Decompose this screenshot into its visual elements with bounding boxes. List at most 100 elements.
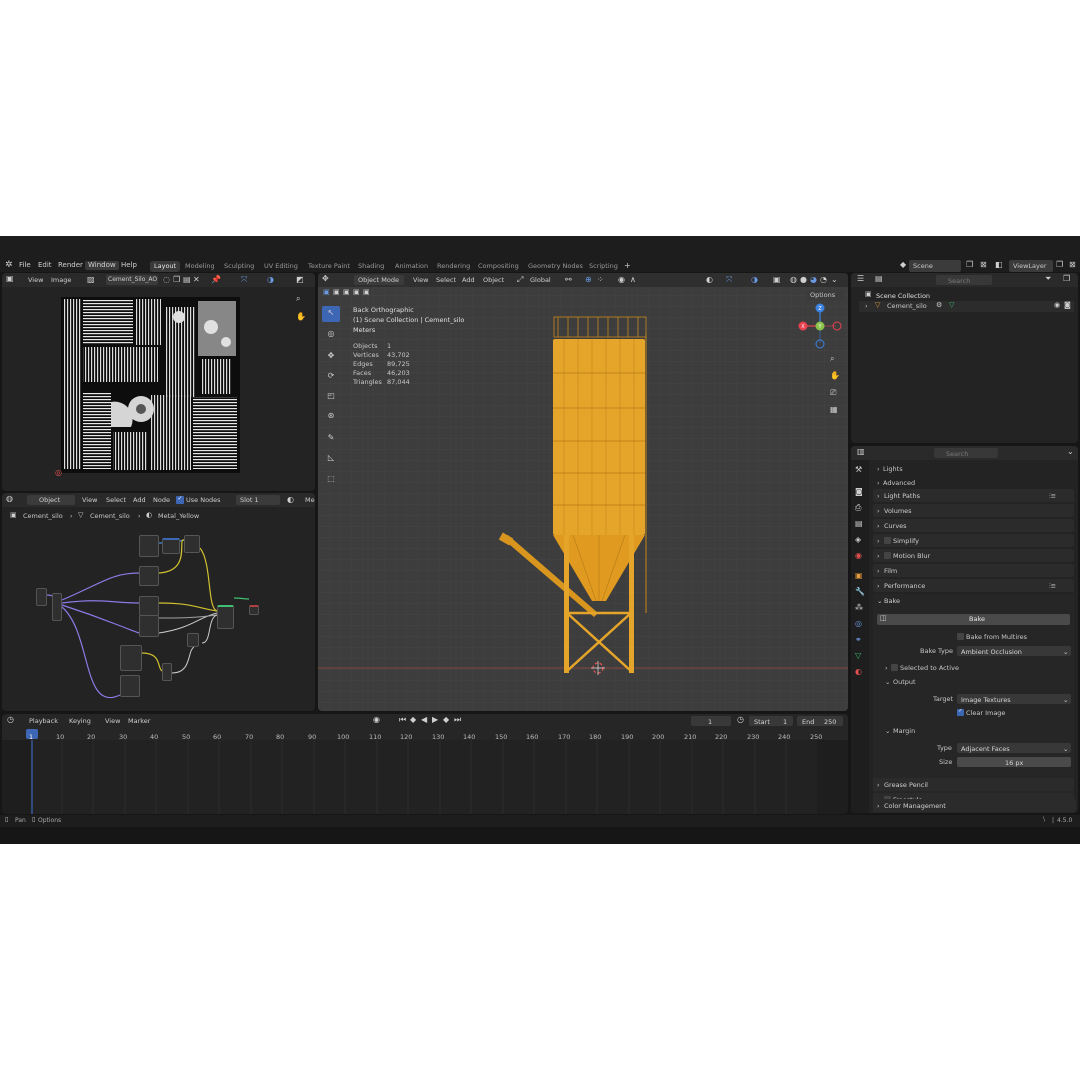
measure-icon[interactable]: ◺ — [322, 451, 340, 467]
node-editor-type-icon[interactable]: ◍ — [6, 495, 13, 503]
margin-type-dropdown[interactable]: Adjacent Faces ⌄ — [957, 743, 1071, 753]
clock-icon[interactable]: ◷ — [737, 716, 744, 724]
node[interactable] — [120, 645, 142, 671]
visibility-icon[interactable]: ◐ — [706, 276, 713, 284]
menu-edit[interactable]: Edit — [38, 262, 52, 269]
breadcrumb-material[interactable]: Metal_Yellow — [158, 513, 199, 520]
viewport-menu-add[interactable]: Add — [462, 277, 475, 284]
timeline-menu-view[interactable]: View — [105, 718, 120, 725]
navigation-gizmo[interactable]: Z X Y — [796, 303, 846, 353]
visibility-eye-icon[interactable]: ◉ — [1054, 302, 1060, 309]
viewport-editor-type-icon[interactable]: ✥ — [322, 275, 329, 283]
node[interactable] — [162, 663, 172, 681]
filter-icon[interactable]: ⏷ — [1045, 275, 1051, 283]
zoom-icon[interactable]: ⌕ — [296, 295, 300, 303]
constraints-tab-icon[interactable]: ⚭ — [855, 636, 862, 644]
bake-type-dropdown[interactable]: Ambient Occlusion ⌄ — [957, 646, 1071, 656]
panel-light-paths[interactable]: › Light Paths ⫶≡ — [873, 489, 1074, 502]
ortho-toggle-icon[interactable]: ▦ — [830, 406, 838, 414]
node[interactable] — [139, 596, 159, 616]
new-collection-icon[interactable]: ❐ — [1063, 275, 1070, 283]
tab-animation[interactable]: Animation — [391, 261, 432, 272]
panel-color-management[interactable]: › Color Management — [873, 799, 1076, 812]
unlink-image-icon[interactable]: ✕ — [193, 276, 200, 284]
rotate-icon[interactable]: ⟳ — [322, 369, 340, 385]
tab-uv-editing[interactable]: UV Editing — [260, 261, 302, 272]
timeline-menu-keying[interactable]: Keying — [69, 718, 91, 725]
editor-type-icon[interactable]: ▣ — [6, 275, 14, 283]
output-subpanel-label[interactable]: Output — [893, 679, 916, 686]
selected-to-active-label[interactable]: Selected to Active — [900, 665, 959, 672]
select-intersect-icon[interactable]: ▣ — [363, 289, 370, 296]
pivot-icon[interactable]: ⚯ — [565, 276, 572, 284]
scene-tab-icon[interactable]: ◈ — [855, 536, 861, 544]
start-frame-field[interactable]: Start 1 — [749, 716, 793, 726]
node-menu-view[interactable]: View — [82, 497, 97, 504]
selected-to-active-checkbox[interactable] — [891, 664, 898, 671]
breadcrumb-object[interactable]: Cement_silo — [23, 513, 63, 520]
breadcrumb-mesh[interactable]: Cement_silo — [90, 513, 130, 520]
viewport-menu-select[interactable]: Select — [436, 277, 456, 284]
cursor-icon[interactable]: ◎ — [322, 327, 340, 343]
shading-material-icon[interactable]: ◕ — [810, 276, 817, 284]
use-nodes-checkbox[interactable]: ✓ — [176, 496, 184, 504]
shading-rendered-icon[interactable]: ◔ — [820, 276, 827, 284]
select-new-icon[interactable]: ▣ — [323, 289, 330, 296]
chevron-down-icon[interactable]: ⌄ — [885, 728, 890, 735]
tab-shading[interactable]: Shading — [354, 261, 388, 272]
3d-viewport[interactable]: ✥ Object Mode View Select Add Object ⤢ G… — [318, 273, 848, 711]
delete-view-layer-icon[interactable]: ⊠ — [1069, 261, 1076, 269]
shading-wireframe-icon[interactable]: ◍ — [790, 276, 797, 284]
move-icon[interactable]: ✥ — [322, 349, 340, 365]
outliner-editor-type-icon[interactable]: ☰ — [857, 275, 864, 283]
annotate-icon[interactable]: ✎ — [322, 431, 340, 447]
node[interactable] — [187, 633, 199, 647]
overlay-icon[interactable]: ◩ — [296, 276, 304, 284]
node[interactable] — [139, 566, 159, 586]
pin-icon[interactable]: 📌 — [211, 276, 221, 284]
node[interactable] — [184, 535, 200, 553]
properties-options-icon[interactable]: ⌄ — [1067, 448, 1074, 456]
properties-editor-type-icon[interactable]: ▥ — [857, 448, 865, 456]
delete-scene-icon[interactable]: ⊠ — [980, 261, 987, 269]
outliner-search-field[interactable]: Search — [936, 275, 992, 285]
node-object-mode-dropdown[interactable]: Object — [27, 495, 75, 505]
node[interactable] — [52, 593, 62, 621]
gizmo-toggle-icon[interactable]: ⤧ — [726, 276, 732, 284]
transform-orientation-label[interactable]: Global — [530, 277, 551, 284]
play-reverse-icon[interactable]: ◀ — [421, 716, 427, 724]
node[interactable] — [162, 538, 180, 554]
new-image-icon[interactable]: ❐ — [173, 276, 180, 284]
motion-blur-checkbox[interactable] — [884, 552, 891, 559]
panel-simplify[interactable]: › Simplify — [873, 534, 1074, 547]
material-name-short[interactable]: Me — [305, 497, 315, 504]
render-tab-icon[interactable]: ◙ — [855, 488, 863, 496]
node[interactable] — [217, 605, 234, 629]
panel-grease-pencil[interactable]: › Grease Pencil — [873, 778, 1074, 791]
jump-end-icon[interactable]: ⏭ — [454, 716, 461, 724]
display-channels-icon[interactable]: ◑ — [267, 276, 274, 284]
properties-search-field[interactable]: Search — [934, 448, 998, 458]
falloff-icon[interactable]: ∧ — [630, 276, 636, 284]
scene-icon[interactable]: ◆ — [900, 261, 906, 269]
node[interactable] — [249, 605, 259, 615]
scene-field[interactable]: Scene — [909, 260, 961, 272]
data-tab-icon[interactable]: ▽ — [855, 652, 861, 660]
particles-tab-icon[interactable]: ⁂ — [855, 604, 863, 612]
overlay-toggle-icon[interactable]: ◑ — [751, 276, 758, 284]
2d-cursor-icon[interactable]: ◎ — [55, 469, 62, 477]
node-menu-node[interactable]: Node — [153, 497, 170, 504]
viewport-menu-object[interactable]: Object — [483, 277, 504, 284]
image-browse-icon[interactable]: ▨ — [87, 276, 95, 284]
node-menu-add[interactable]: Add — [133, 497, 146, 504]
margin-size-field[interactable]: 16 px — [957, 757, 1071, 767]
next-keyframe-icon[interactable]: ◆ — [443, 716, 449, 724]
prev-keyframe-icon[interactable]: ◆ — [410, 716, 416, 724]
expand-chevron-icon[interactable]: › — [865, 303, 868, 310]
menu-help[interactable]: Help — [121, 262, 137, 269]
view-layer-field[interactable]: ViewLayer — [1009, 260, 1053, 272]
open-image-icon[interactable]: ▤ — [183, 276, 191, 284]
blender-logo-icon[interactable]: ✲ — [5, 261, 13, 270]
chevron-down-icon[interactable]: ⌄ — [877, 597, 882, 605]
viewport-pan-icon[interactable]: ✋ — [830, 372, 840, 380]
